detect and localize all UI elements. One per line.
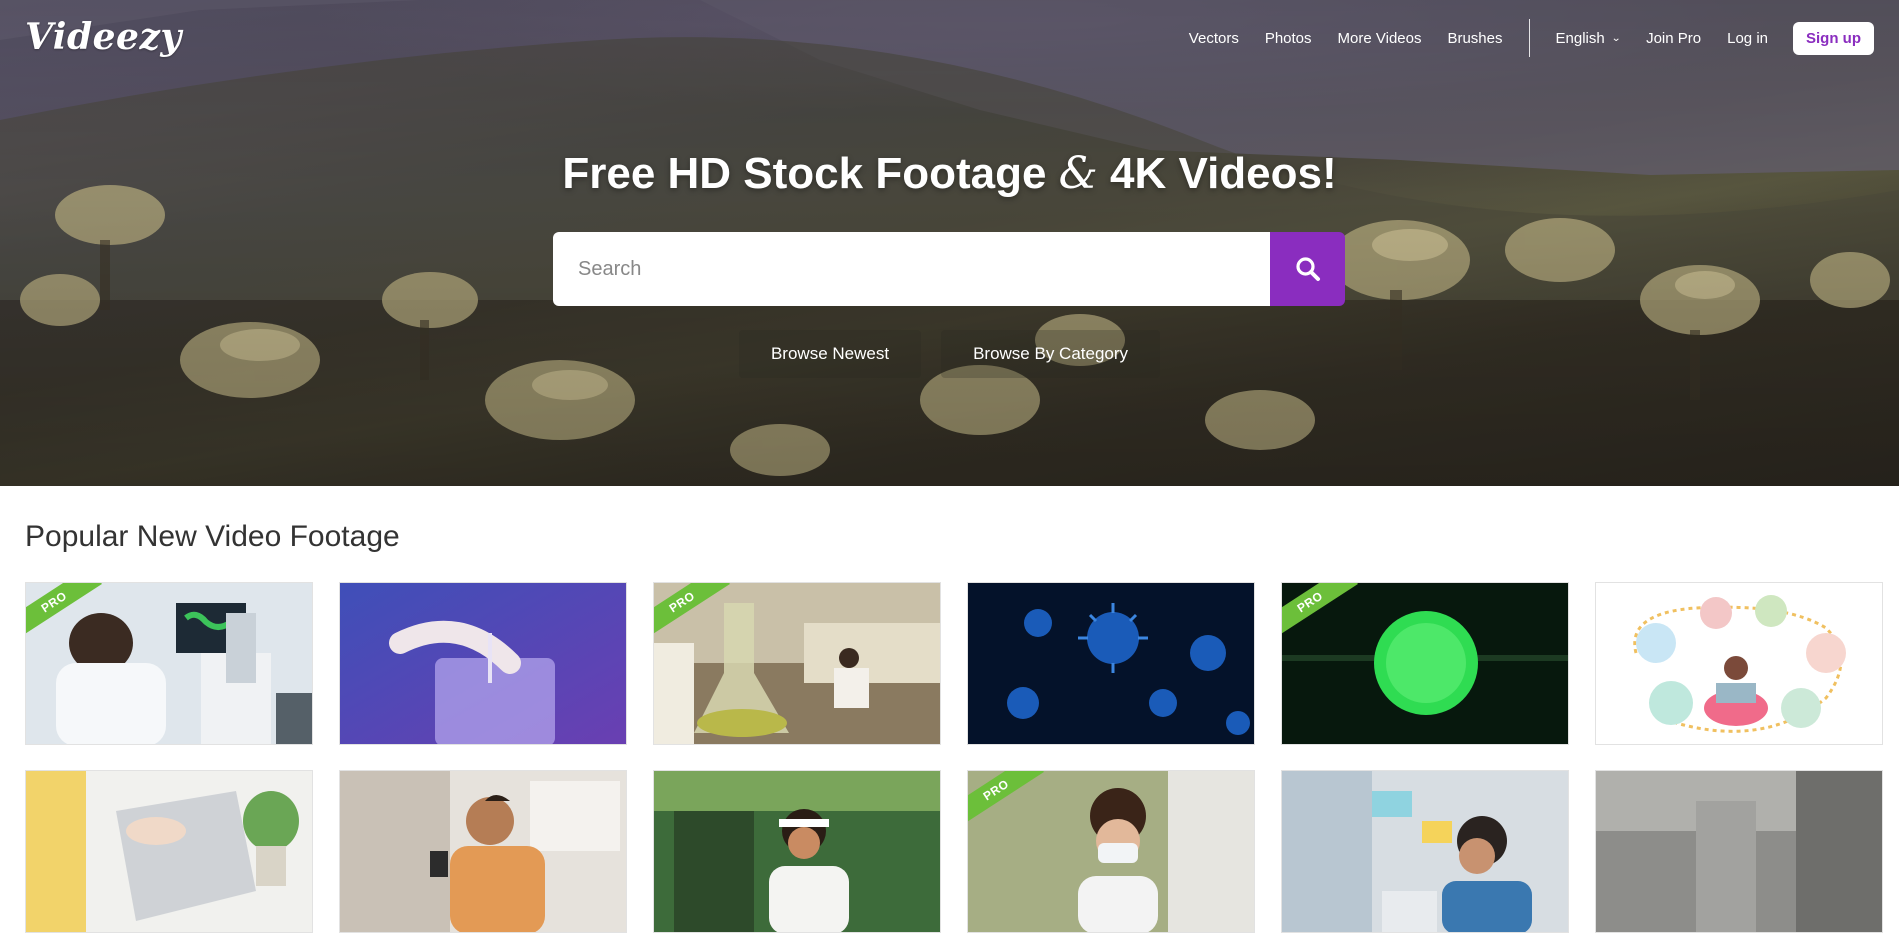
video-tile[interactable]	[1595, 770, 1883, 933]
language-selector[interactable]: English ⌄	[1556, 30, 1621, 47]
video-tile[interactable]: PRO	[1281, 582, 1569, 745]
video-tile[interactable]: PRO	[25, 582, 313, 745]
language-label: English	[1555, 29, 1605, 47]
video-tile[interactable]	[967, 582, 1255, 745]
nav-link-brushes[interactable]: Brushes	[1447, 30, 1502, 47]
man-on-phone-sofa-thumbnail	[340, 771, 626, 932]
videezy-logo[interactable]: Videezy	[25, 16, 182, 58]
chevron-down-icon: ⌄	[1610, 32, 1621, 44]
video-tile[interactable]: PRO	[967, 770, 1255, 933]
virus-blue-thumbnail	[968, 583, 1254, 744]
online-shopping-illustration-thumbnail	[1596, 583, 1882, 744]
video-tile[interactable]	[25, 770, 313, 933]
nav-menu: Vectors Photos More Videos Brushes Engli…	[1189, 19, 1874, 57]
nav-link-vectors[interactable]: Vectors	[1189, 30, 1239, 47]
video-tile[interactable]	[1281, 770, 1569, 933]
login-link[interactable]: Log in	[1727, 30, 1768, 47]
lab-glassware-purple-thumbnail	[340, 583, 626, 744]
browse-newest-button[interactable]: Browse Newest	[738, 330, 922, 378]
laboratory-flask-thumbnail	[654, 583, 940, 744]
nav-link-more-videos[interactable]: More Videos	[1338, 30, 1422, 47]
video-tile[interactable]	[1595, 582, 1883, 745]
hero-banner: Videezy Vectors Photos More Videos Brush…	[0, 0, 1899, 486]
nav-divider	[1528, 19, 1530, 57]
browse-category-button[interactable]: Browse By Category	[941, 330, 1161, 378]
video-tile[interactable]	[653, 770, 941, 933]
page-title: Free HD Stock Footage & 4K Videos!	[0, 148, 1899, 199]
video-tile[interactable]	[339, 770, 627, 933]
search-button[interactable]	[1270, 232, 1345, 306]
woman-drinking-coffee-thumbnail	[654, 771, 940, 932]
signup-button[interactable]: Sign up	[1793, 21, 1874, 55]
search-icon	[1295, 257, 1320, 281]
browse-links: Browse Newest Browse By Category	[0, 330, 1899, 378]
search-bar	[553, 232, 1345, 306]
video-tile[interactable]: PRO	[653, 582, 941, 745]
video-tile[interactable]	[339, 582, 627, 745]
gray-interior-thumbnail	[1596, 771, 1882, 932]
laptop-typing-thumbnail	[26, 771, 312, 932]
green-sphere-thumbnail	[1282, 583, 1568, 744]
woman-mask-thumbnail	[968, 771, 1254, 932]
headline-ampersand: &	[1058, 148, 1098, 199]
section-title: Popular New Video Footage	[25, 520, 400, 553]
nav-link-photos[interactable]: Photos	[1265, 30, 1312, 47]
top-navbar: Videezy Vectors Photos More Videos Brush…	[0, 0, 1899, 78]
headline-part-1: Free HD Stock Footage	[562, 149, 1059, 198]
join-pro-link[interactable]: Join Pro	[1646, 30, 1701, 47]
search-input[interactable]	[553, 232, 1270, 306]
headline-part-2: 4K Videos!	[1097, 149, 1337, 198]
scientist-microscope-thumbnail	[26, 583, 312, 744]
stressed-man-laptop-thumbnail	[1282, 771, 1568, 932]
